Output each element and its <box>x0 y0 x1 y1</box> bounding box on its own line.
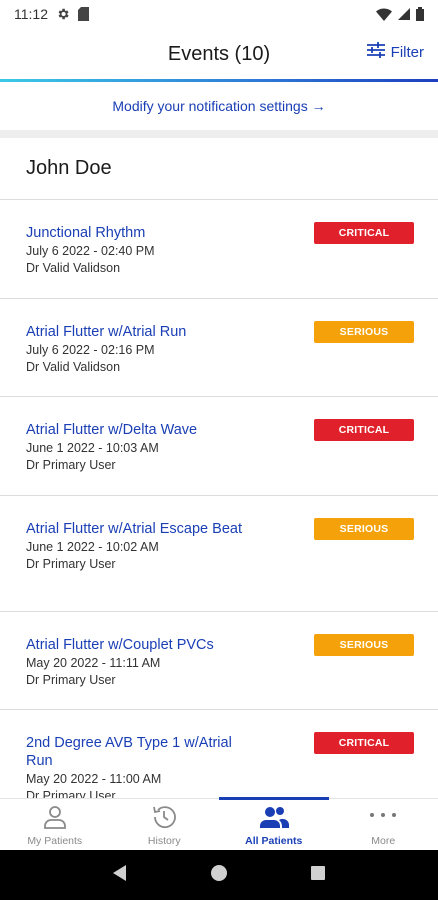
event-row[interactable]: 2nd Degree AVB Type 1 w/Atrial Run May 2… <box>0 710 438 798</box>
patient-name: John Doe <box>0 138 438 200</box>
page-title: Events (10) <box>167 42 271 65</box>
history-icon <box>151 805 177 832</box>
event-row[interactable]: Atrial Flutter w/Atrial Run July 6 2022 … <box>0 299 438 397</box>
event-list: Junctional Rhythm July 6 2022 - 02:40 PM… <box>0 200 438 798</box>
event-date: July 6 2022 - 02:16 PM <box>26 343 155 357</box>
event-date: May 20 2022 - 11:00 AM <box>26 772 162 786</box>
severity-badge: SERIOUS <box>314 518 414 540</box>
severity-badge: CRITICAL <box>314 732 414 754</box>
nav-label: History <box>147 835 181 847</box>
event-name: 2nd Degree AVB Type 1 w/Atrial Run <box>26 735 232 769</box>
event-date: June 1 2022 - 10:03 AM <box>26 441 159 455</box>
bottom-nav: My Patients History All Patients More <box>0 797 438 850</box>
severity-badge: SERIOUS <box>314 321 414 343</box>
recents-button[interactable] <box>298 855 338 895</box>
event-doctor: Dr Primary User <box>26 458 116 472</box>
event-name: Atrial Flutter w/Atrial Escape Beat <box>26 521 242 537</box>
event-date: July 6 2022 - 02:40 PM <box>26 244 155 258</box>
event-row[interactable]: Atrial Flutter w/Couplet PVCs May 20 202… <box>0 612 438 710</box>
severity-badge: SERIOUS <box>314 634 414 656</box>
group-icon <box>257 805 291 832</box>
person-icon <box>42 805 68 832</box>
filter-button[interactable]: Filter <box>366 42 424 62</box>
event-name: Junctional Rhythm <box>26 225 146 241</box>
section-divider <box>0 130 438 138</box>
event-row[interactable]: Atrial Flutter w/Atrial Escape Beat June… <box>0 496 438 612</box>
status-bar: 11:12 <box>0 0 438 28</box>
filter-sliders-icon <box>366 42 385 62</box>
severity-badge: CRITICAL <box>314 419 414 441</box>
app-header: Events (10) Filter <box>0 28 438 80</box>
nav-label: More <box>371 835 396 847</box>
notification-settings-link[interactable]: Modify your notification settings → <box>0 82 438 130</box>
event-name: Atrial Flutter w/Atrial Run <box>26 324 187 340</box>
event-row[interactable]: Junctional Rhythm July 6 2022 - 02:40 PM… <box>0 200 438 299</box>
battery-icon <box>416 7 424 21</box>
back-triangle-icon <box>111 864 129 887</box>
settings-gear-icon <box>56 7 70 21</box>
nav-all-patients[interactable]: All Patients <box>219 797 329 850</box>
back-button[interactable] <box>100 855 140 895</box>
event-name: Atrial Flutter w/Couplet PVCs <box>26 637 214 653</box>
android-system-nav <box>0 850 438 900</box>
cell-signal-icon <box>398 8 410 20</box>
home-button[interactable] <box>199 855 239 895</box>
nav-more[interactable]: More <box>329 799 438 850</box>
sim-card-icon <box>78 7 89 21</box>
event-doctor: Dr Primary User <box>26 557 116 571</box>
nav-my-patients[interactable]: My Patients <box>0 799 110 850</box>
more-dots-icon <box>368 805 398 832</box>
filter-label: Filter <box>390 43 424 61</box>
event-row[interactable]: Atrial Flutter w/Delta Wave June 1 2022 … <box>0 397 438 496</box>
status-time: 11:12 <box>14 6 48 22</box>
event-doctor: Dr Primary User <box>26 673 116 687</box>
recents-square-icon <box>309 864 327 887</box>
home-circle-icon <box>210 864 228 887</box>
severity-badge: CRITICAL <box>314 222 414 244</box>
event-doctor: Dr Valid Validson <box>26 261 121 275</box>
event-date: May 20 2022 - 11:11 AM <box>26 656 161 670</box>
nav-label: All Patients <box>245 835 303 847</box>
nav-label: My Patients <box>27 835 83 847</box>
event-doctor: Dr Valid Validson <box>26 360 121 374</box>
wifi-icon <box>376 7 392 21</box>
nav-history[interactable]: History <box>110 799 220 850</box>
event-name: Atrial Flutter w/Delta Wave <box>26 422 198 438</box>
event-date: June 1 2022 - 10:02 AM <box>26 540 159 554</box>
